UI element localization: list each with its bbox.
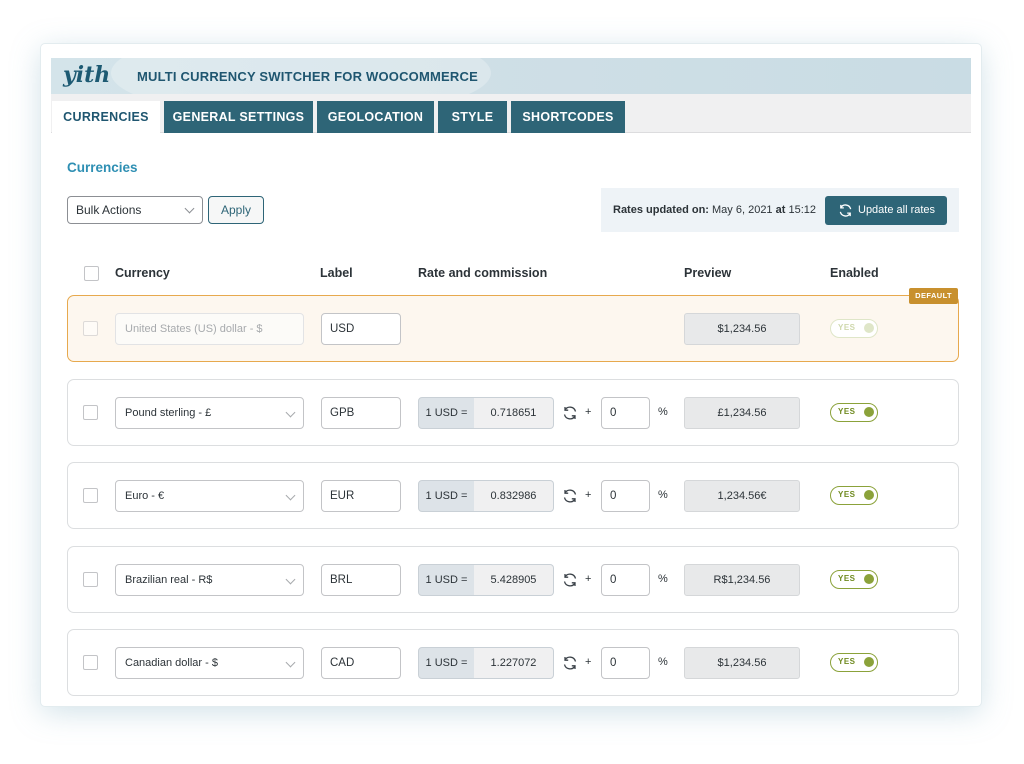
section-title: Currencies <box>67 160 138 175</box>
apply-button[interactable]: Apply <box>208 196 264 224</box>
chevron-down-icon <box>285 574 296 585</box>
toggle-knob-icon <box>864 323 874 333</box>
percent-sign: % <box>658 406 668 418</box>
header-currency: Currency <box>115 266 170 280</box>
tab-shortcodes[interactable]: SHORTCODES <box>511 101 625 133</box>
enabled-toggle[interactable]: YES <box>830 403 878 422</box>
chevron-down-icon <box>285 407 296 418</box>
chevron-down-icon <box>285 490 296 501</box>
price-preview: $1,234.56 <box>684 647 800 679</box>
rate-prefix: 1 USD = <box>418 397 475 429</box>
tab-general-settings[interactable]: GENERAL SETTINGS <box>164 101 313 133</box>
header-rate: Rate and commission <box>418 266 548 280</box>
label-input[interactable]: BRL <box>321 564 401 596</box>
price-preview: $1,234.56 <box>684 313 800 345</box>
plus-sign: + <box>585 406 592 418</box>
percent-sign: % <box>658 573 668 585</box>
yith-logo: yith <box>63 62 111 88</box>
header-preview: Preview <box>684 266 732 280</box>
rate-value: 5.428905 <box>474 564 554 596</box>
currency-select[interactable]: Canadian dollar - $ <box>115 647 304 679</box>
price-preview: £1,234.56 <box>684 397 800 429</box>
price-preview: 1,234.56€ <box>684 480 800 512</box>
commission-input[interactable]: 0 <box>601 397 650 429</box>
update-all-rates-button[interactable]: Update all rates <box>825 196 947 225</box>
refresh-rate-icon[interactable] <box>562 655 578 671</box>
currency-select: United States (US) dollar - $ <box>115 313 304 345</box>
plus-sign: + <box>585 573 592 585</box>
enabled-toggle[interactable]: YES <box>830 319 878 338</box>
row-checkbox[interactable] <box>83 488 98 503</box>
row-checkbox[interactable] <box>83 321 98 336</box>
plugin-title: MULTI CURRENCY SWITCHER FOR WOOCOMMERCE <box>137 69 478 84</box>
plus-sign: + <box>585 489 592 501</box>
rate-value: 0.718651 <box>474 397 554 429</box>
refresh-rate-icon[interactable] <box>562 488 578 504</box>
label-input[interactable]: CAD <box>321 647 401 679</box>
select-all-checkbox[interactable] <box>84 266 99 281</box>
enabled-toggle[interactable]: YES <box>830 570 878 589</box>
rate-value: 1.227072 <box>474 647 554 679</box>
plugin-panel: yith MULTI CURRENCY SWITCHER FOR WOOCOMM… <box>51 58 971 706</box>
rate-value: 0.832986 <box>474 480 554 512</box>
price-preview: R$1,234.56 <box>684 564 800 596</box>
row-checkbox[interactable] <box>83 655 98 670</box>
currency-select[interactable]: Euro - € <box>115 480 304 512</box>
tab-bar: CURRENCIES GENERAL SETTINGS GEOLOCATION … <box>51 94 971 134</box>
percent-sign: % <box>658 489 668 501</box>
commission-input[interactable]: 0 <box>601 564 650 596</box>
refresh-rate-icon[interactable] <box>562 572 578 588</box>
sync-icon <box>839 204 852 217</box>
currency-select[interactable]: Pound sterling - £ <box>115 397 304 429</box>
toggle-knob-icon <box>864 490 874 500</box>
label-input[interactable]: USD <box>321 313 401 345</box>
percent-sign: % <box>658 656 668 668</box>
currency-row-brl: Brazilian real - R$ BRL 1 USD = 5.428905… <box>67 546 959 613</box>
rates-updated-text: Rates updated on: May 6, 2021 at 15:12 <box>613 204 816 216</box>
enabled-toggle[interactable]: YES <box>830 486 878 505</box>
tab-style[interactable]: STYLE <box>438 101 507 133</box>
chevron-down-icon <box>285 657 296 668</box>
rates-update-panel: Rates updated on: May 6, 2021 at 15:12 U… <box>601 188 959 232</box>
default-badge: DEFAULT <box>909 288 958 304</box>
refresh-rate-icon[interactable] <box>562 405 578 421</box>
rate-prefix: 1 USD = <box>418 564 475 596</box>
header-enabled: Enabled <box>830 266 879 280</box>
app-window: yith MULTI CURRENCY SWITCHER FOR WOOCOMM… <box>41 44 981 706</box>
tab-currencies[interactable]: CURRENCIES <box>52 101 160 134</box>
chevron-down-icon <box>184 203 195 214</box>
row-checkbox[interactable] <box>83 572 98 587</box>
label-input[interactable]: EUR <box>321 480 401 512</box>
label-input[interactable]: GPB <box>321 397 401 429</box>
enabled-toggle[interactable]: YES <box>830 653 878 672</box>
toggle-knob-icon <box>864 407 874 417</box>
currency-row-gbp: Pound sterling - £ GPB 1 USD = 0.718651 … <box>67 379 959 446</box>
currency-row-eur: Euro - € EUR 1 USD = 0.832986 + 0 % 1,23… <box>67 462 959 529</box>
update-all-rates-label: Update all rates <box>858 204 936 216</box>
toggle-knob-icon <box>864 657 874 667</box>
bulk-actions-value: Bulk Actions <box>76 203 142 217</box>
rate-prefix: 1 USD = <box>418 647 475 679</box>
commission-input[interactable]: 0 <box>601 480 650 512</box>
tab-geolocation[interactable]: GEOLOCATION <box>317 101 434 133</box>
plugin-header: yith MULTI CURRENCY SWITCHER FOR WOOCOMM… <box>51 58 971 94</box>
currency-row-usd: DEFAULT United States (US) dollar - $ US… <box>67 288 959 362</box>
rate-prefix: 1 USD = <box>418 480 475 512</box>
row-checkbox[interactable] <box>83 405 98 420</box>
commission-input[interactable]: 0 <box>601 647 650 679</box>
header-label: Label <box>320 266 353 280</box>
toggle-knob-icon <box>864 574 874 584</box>
currency-select[interactable]: Brazilian real - R$ <box>115 564 304 596</box>
currency-row-cad: Canadian dollar - $ CAD 1 USD = 1.227072… <box>67 629 959 696</box>
bulk-actions-select[interactable]: Bulk Actions <box>67 196 203 224</box>
plus-sign: + <box>585 656 592 668</box>
